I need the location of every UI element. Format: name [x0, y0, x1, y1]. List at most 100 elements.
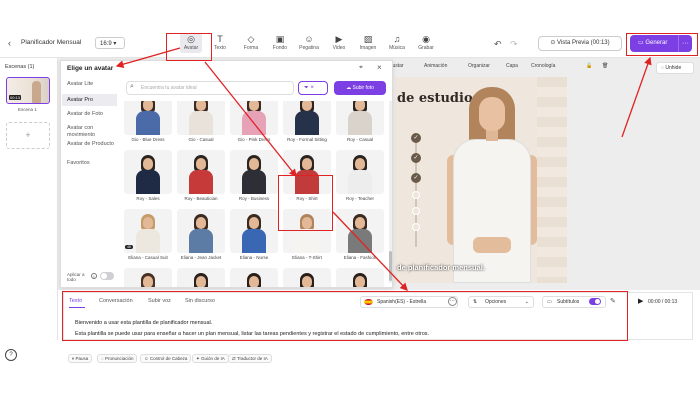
avatar-name: Gio - Pink Dress: [237, 137, 271, 142]
upload-photo-button[interactable]: ☁ Subir foto: [334, 81, 386, 95]
avatar-outfit: [136, 111, 160, 135]
avatar-card[interactable]: Marisol - Beige Shirt: [230, 268, 278, 287]
tool-shape[interactable]: ◇ Forma: [240, 34, 262, 51]
video-stage[interactable]: de estudio ✓ ✓ ✓ de planificador mensual…: [395, 77, 567, 283]
info-icon[interactable]: i: [91, 273, 97, 279]
avatar-name: Roy - Casual: [346, 137, 373, 142]
tool-video[interactable]: ▶ Video: [328, 34, 350, 51]
avatar-search-input[interactable]: Encuentra tu avatar ideal: [126, 81, 294, 95]
empty-circle-icon: [412, 207, 420, 215]
avatar-outfit: [136, 170, 160, 194]
tool-sticker[interactable]: ☺ Pegatina: [298, 34, 320, 51]
stage-heading[interactable]: de estudio: [397, 91, 473, 106]
avatar-name: Eliana - Nurse: [239, 255, 269, 260]
avatar-card[interactable]: Roy - Business: [230, 150, 278, 204]
tool-text[interactable]: T Texto: [209, 34, 231, 51]
avatar-card[interactable]: Marisol - Pink Dress: [177, 268, 225, 287]
avatar-name: Eliana - Casual Suit: [128, 255, 168, 260]
head-control-chip[interactable]: ☺ Control de Cabeza: [140, 354, 192, 363]
check-icon: ✓: [411, 153, 421, 163]
clear-icon[interactable]: ×: [310, 85, 314, 91]
scenes-panel: Escenas (1) 00:13 Escena 1 +: [0, 58, 58, 340]
pronunciation-chip[interactable]: ◌ Pronunciación: [97, 354, 138, 363]
chip-label: Guión de IA: [201, 356, 225, 361]
undo-icon[interactable]: ↶: [494, 39, 502, 50]
tool-image[interactable]: ▨ Imagen: [357, 34, 379, 51]
tool-record[interactable]: ◉ Grabar: [415, 34, 437, 51]
aspect-ratio-select[interactable]: 16:9 ▾: [95, 37, 125, 49]
avatar-card[interactable]: Gio - Pink Dress: [230, 101, 278, 145]
animation-button[interactable]: Animación: [424, 63, 447, 69]
close-icon[interactable]: ×: [377, 63, 382, 72]
tool-background[interactable]: ▣ Fondo: [269, 34, 291, 51]
filter-button[interactable]: ⏷ ×: [298, 81, 328, 95]
avatar-card[interactable]: Marisol - Casual: [336, 268, 384, 287]
arrange-button[interactable]: Organizar: [468, 63, 490, 69]
category-avatar-lite[interactable]: Avatar Lite: [67, 81, 119, 88]
ai-translator-chip[interactable]: ⇄ Traductor de IA: [228, 354, 272, 363]
avatar-face: [143, 276, 153, 287]
avatar-card[interactable]: Eliana - Fashion: [336, 209, 384, 263]
tool-music[interactable]: ♫ Música: [386, 34, 408, 51]
avatar-preview: [230, 268, 278, 287]
unhide-button[interactable]: ◌ Unhide: [656, 62, 694, 74]
timeline-button[interactable]: Cronología: [531, 63, 555, 69]
avatar-outfit: [242, 111, 266, 135]
chip-label: Pausa: [75, 356, 89, 361]
help-icon[interactable]: ?: [5, 349, 17, 361]
avatar-thumbnail: [32, 81, 41, 103]
project-title[interactable]: Planificador Mensual: [21, 39, 81, 46]
avatar-preview: [336, 101, 384, 135]
avatar-card[interactable]: Roy - Teacher: [336, 150, 384, 204]
avatar-card[interactable]: Eliana - Business: [124, 268, 172, 287]
preview-button[interactable]: ⊙ Vista Previa (00:13): [538, 36, 622, 51]
avatar-card[interactable]: Eliana - Nurse: [230, 209, 278, 263]
avatar-card[interactable]: Roy - Sales: [124, 150, 172, 204]
chevron-left-icon[interactable]: ‹: [8, 38, 11, 48]
avatar-card[interactable]: 4K Eliana - Casual Suit: [124, 209, 172, 263]
avatar-card[interactable]: Marisol - Formal: [283, 268, 331, 287]
add-scene-button[interactable]: +: [6, 122, 50, 149]
avatar-face: [196, 217, 206, 229]
redo-icon[interactable]: ↷: [510, 39, 518, 50]
avatar-card[interactable]: Gio - Casual: [177, 101, 225, 145]
avatar-outfit: [189, 229, 213, 253]
avatar-card[interactable]: Roy - Casual: [336, 101, 384, 145]
layer-button[interactable]: Capa: [506, 63, 518, 69]
avatar-face: [249, 101, 259, 111]
play-icon[interactable]: ▶: [638, 297, 643, 305]
avatar-outfit: [295, 111, 319, 135]
tool-label: Fondo: [272, 45, 288, 51]
avatar-preview: [283, 101, 331, 135]
avatar-outfit: [189, 170, 213, 194]
subtitle-caption: de planificador mensual.: [397, 263, 485, 272]
lock-icon[interactable]: 🔓: [586, 63, 592, 69]
music-icon: ♫: [393, 34, 401, 44]
avatar-card[interactable]: Roy - Beautician: [177, 150, 225, 204]
avatar-card[interactable]: Roy - Formal Sitting: [283, 101, 331, 145]
background-icon: ▣: [275, 34, 285, 44]
avatar-name: Roy - Teacher: [346, 196, 374, 201]
ai-script-chip[interactable]: ✦ Guión de IA: [192, 354, 229, 363]
category-avatar-pro[interactable]: Avatar Pro: [62, 94, 117, 106]
category-motion-avatar[interactable]: Avatar con movimiento: [67, 125, 119, 139]
scene-thumbnail[interactable]: 00:13: [6, 77, 50, 104]
avatar-card[interactable]: Eliana - Jean Jacket: [177, 209, 225, 263]
wall-decoration: [537, 77, 567, 283]
canvas-toolbar: Ajustar Animación Organizar Capa Cronolo…: [388, 60, 698, 74]
avatar-grid-scrollbar[interactable]: [389, 101, 392, 283]
delete-icon[interactable]: 🗑: [602, 63, 608, 69]
check-icon: ✓: [411, 173, 421, 183]
pin-icon[interactable]: ⌖: [359, 64, 363, 72]
avatar-preview: 4K: [124, 209, 172, 253]
pause-chip[interactable]: ⏸ Pausa: [68, 354, 93, 363]
avatar-name: Gio - Blue Dress: [131, 137, 165, 142]
avatar-card[interactable]: Gio - Blue Dress: [124, 101, 172, 145]
category-favorites[interactable]: Favoritos: [67, 160, 119, 167]
category-photo-avatar[interactable]: Avatar de Foto: [67, 111, 119, 118]
avatar-outfit: [242, 229, 266, 253]
chip-label: Pronunciación: [104, 356, 134, 361]
category-product-avatar[interactable]: Avatar de Producto: [67, 141, 119, 148]
apply-all-toggle[interactable]: [100, 272, 114, 280]
timecode: 00:00 / 00:13: [648, 299, 678, 305]
